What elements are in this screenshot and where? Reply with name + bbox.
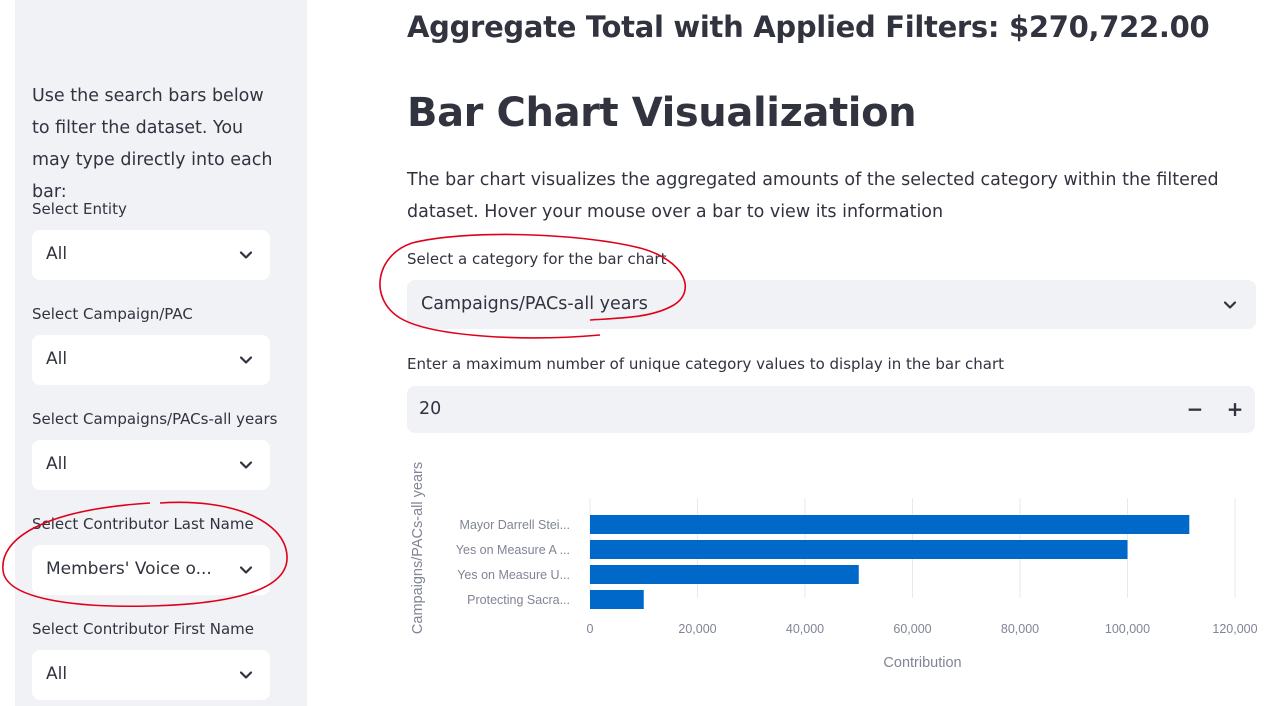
x-tick-label: 60,000 bbox=[893, 622, 931, 636]
campaign-pac-select[interactable]: All bbox=[32, 335, 270, 385]
y-tick-label: Yes on Measure A ... bbox=[456, 543, 570, 557]
chart-description: The bar chart visualizes the aggregated … bbox=[407, 170, 1219, 222]
entity-select[interactable]: All bbox=[32, 230, 270, 280]
x-axis-title: Contribution bbox=[883, 655, 961, 671]
x-tick-label: 20,000 bbox=[678, 622, 716, 636]
x-tick-label: 40,000 bbox=[786, 622, 824, 636]
max-values-value[interactable]: 20 bbox=[419, 399, 441, 419]
bar bbox=[590, 590, 644, 609]
y-tick-label: Protecting Sacra... bbox=[467, 593, 570, 607]
y-tick-label: Mayor Darrell Stei... bbox=[460, 518, 570, 532]
x-tick-label: 120,000 bbox=[1212, 622, 1257, 636]
entity-select-value: All bbox=[46, 244, 68, 264]
campaign-pac-label: Select Campaign/PAC bbox=[32, 305, 193, 323]
contributor-first-name-label: Select Contributor First Name bbox=[32, 620, 255, 638]
category-select[interactable]: Campaigns/PACs-all years bbox=[407, 280, 1256, 329]
sidebar-intro: Use the search bars below to filter the … bbox=[32, 86, 273, 202]
contributor-last-name-select-value: Members' Voice o... bbox=[46, 559, 212, 579]
x-tick-label: 80,000 bbox=[1001, 622, 1039, 636]
campaigns-all-years-label: Select Campaigns/PACs-all years bbox=[32, 410, 278, 428]
chevron-down-icon bbox=[239, 356, 253, 364]
bar bbox=[590, 565, 859, 584]
chevron-down-icon bbox=[239, 671, 253, 679]
entity-label: Select Entity bbox=[32, 200, 127, 218]
campaigns-all-years-select[interactable]: All bbox=[32, 440, 270, 490]
chevron-down-icon bbox=[1223, 301, 1237, 309]
category-select-label: Select a category for the bar chart bbox=[407, 250, 667, 268]
campaign-pac-select-value: All bbox=[46, 349, 68, 369]
chevron-down-icon bbox=[239, 251, 253, 259]
aggregate-total-heading: Aggregate Total with Applied Filters: $2… bbox=[407, 10, 1210, 44]
category-select-value: Campaigns/PACs-all years bbox=[421, 294, 648, 314]
section-title: Bar Chart Visualization bbox=[407, 90, 917, 136]
chevron-down-icon bbox=[239, 461, 253, 469]
campaigns-all-years-select-value: All bbox=[46, 454, 68, 474]
bar bbox=[590, 540, 1128, 559]
contributor-first-name-select-value: All bbox=[46, 664, 68, 684]
contributor-last-name-select[interactable]: Members' Voice o... bbox=[32, 545, 270, 595]
sidebar: Use the search bars below to filter the … bbox=[15, 0, 307, 706]
x-tick-label: 0 bbox=[587, 622, 594, 636]
decrement-button[interactable]: − bbox=[1183, 396, 1207, 422]
y-axis-title: Campaigns/PACs-all years bbox=[410, 462, 426, 634]
increment-button[interactable]: + bbox=[1223, 396, 1247, 422]
contributor-last-name-label: Select Contributor Last Name bbox=[32, 515, 254, 533]
x-tick-label: 100,000 bbox=[1105, 622, 1150, 636]
chevron-down-icon bbox=[239, 566, 253, 574]
contributor-first-name-select[interactable]: All bbox=[32, 650, 270, 700]
y-tick-label: Yes on Measure U... bbox=[457, 568, 570, 582]
max-values-label: Enter a maximum number of unique categor… bbox=[407, 355, 1005, 373]
max-values-input[interactable]: 20 − + bbox=[407, 386, 1255, 433]
bar-chart: 0 20,000 40,000 60,000 80,000 100,000 120,000 M… bbox=[410, 462, 1258, 671]
bar bbox=[590, 515, 1190, 534]
